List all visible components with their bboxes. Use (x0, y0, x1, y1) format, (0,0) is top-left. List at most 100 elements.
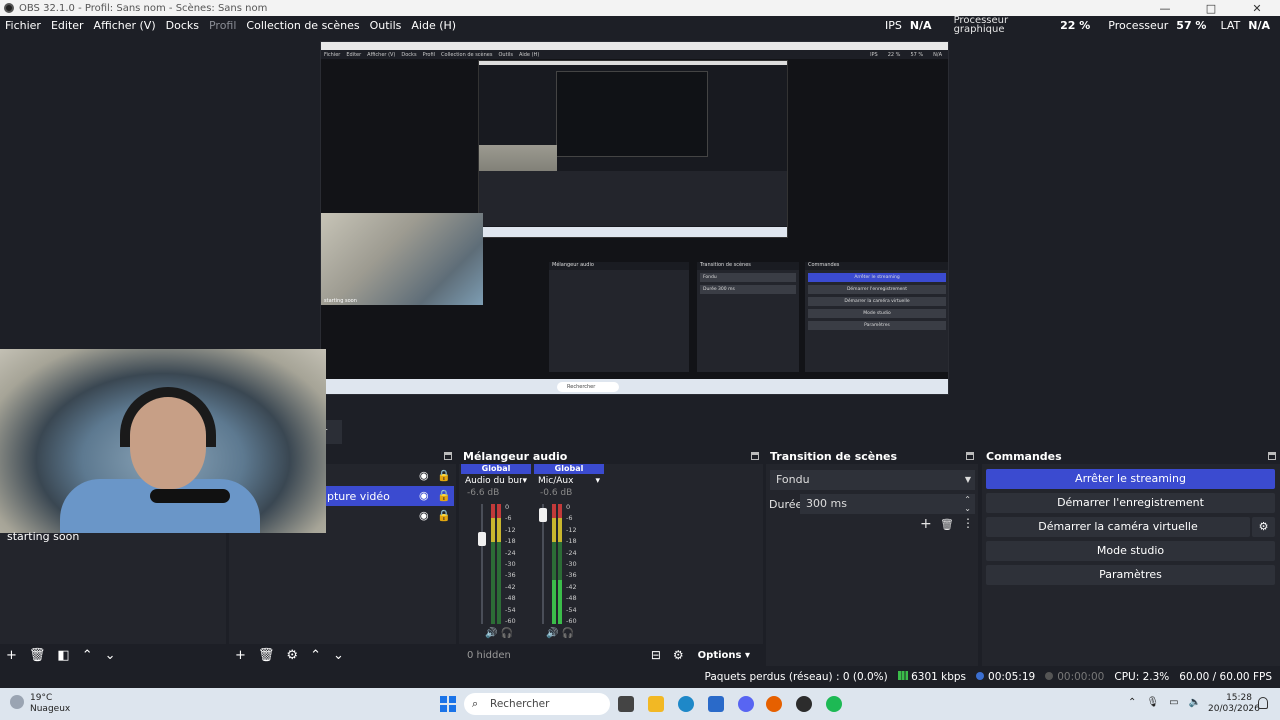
settings-button[interactable]: Paramètres (986, 565, 1275, 585)
file-explorer-icon[interactable] (648, 696, 664, 712)
eye-icon[interactable]: ◉ (419, 469, 431, 482)
sources-popout-icon[interactable] (444, 452, 452, 460)
channel-icons: 🔊 🎧 (485, 628, 513, 639)
headphones-icon[interactable]: 🎧 (562, 628, 574, 639)
close-button[interactable]: ✕ (1234, 2, 1280, 15)
edge-icon[interactable] (678, 696, 694, 712)
menu-help[interactable]: Aide (H) (406, 19, 461, 32)
mixer-toolbar: 0 hidden ⊟ ⚙ Options ▾ (459, 644, 763, 666)
program-preview[interactable]: Fichier Editer Afficher (V) Docks Profil… (320, 41, 949, 395)
task-view-icon[interactable] (618, 696, 634, 712)
network-icon[interactable]: ▭ (1169, 697, 1178, 708)
preview-gpu-value: 22 % (887, 51, 901, 58)
scene-down-icon[interactable]: ⌄ (105, 648, 116, 663)
start-recording-button[interactable]: Démarrer l'enregistrement (986, 493, 1275, 513)
scene-up-icon[interactable]: ⌃ (82, 648, 93, 663)
lock-icon[interactable]: 🔒 (437, 489, 451, 502)
volume-slider-knob[interactable] (539, 508, 547, 522)
eye-icon[interactable]: ◉ (419, 489, 431, 502)
nested-preview (478, 60, 788, 238)
add-transition-icon[interactable]: + (920, 516, 932, 532)
source-down-icon[interactable]: ⌄ (333, 648, 344, 663)
add-source-icon[interactable]: + (235, 648, 246, 663)
taskbar-search[interactable]: ⌕ Rechercher (464, 693, 610, 715)
speaker-icon[interactable]: 🔊 (485, 628, 497, 639)
volume-slider[interactable] (478, 504, 486, 624)
preview-menubar: Fichier Editer Afficher (V) Docks Profil… (321, 50, 948, 59)
meter-yellow (491, 518, 495, 542)
mixer-layout-icon[interactable]: ⊟ (651, 648, 661, 662)
remove-scene-icon[interactable]: 🗑 (29, 648, 46, 663)
channel-global-tag: Global (461, 464, 531, 474)
preview-menu-profile: Profil (422, 51, 436, 58)
remove-transition-icon[interactable]: 🗑 (940, 518, 954, 531)
obs-taskbar-icon[interactable] (796, 696, 812, 712)
controls-popout-icon[interactable] (1268, 452, 1276, 460)
volume-slider[interactable] (539, 504, 547, 624)
menu-file[interactable]: Fichier (0, 19, 46, 32)
transition-menu-icon[interactable]: ⋮ (962, 516, 974, 530)
source-properties-icon[interactable]: ⚙ (286, 648, 298, 663)
notification-bell-icon[interactable] (1258, 697, 1268, 709)
microphone-tray-icon[interactable]: 🎙 (1146, 697, 1159, 708)
preview-camera: starting soon (321, 213, 483, 305)
channel-name: Mic/Aux (538, 476, 574, 486)
gpu-label-line2: graphique (953, 24, 1005, 35)
mixer-popout-icon[interactable] (751, 452, 759, 460)
chevron-up-icon[interactable]: ⌃ (1128, 697, 1136, 708)
minimize-button[interactable]: — (1142, 2, 1188, 15)
transition-popout-icon[interactable] (966, 452, 974, 460)
tick: -54 (505, 605, 516, 614)
preview-lat-value: N/A (933, 51, 942, 58)
add-scene-icon[interactable]: + (6, 648, 17, 663)
bitrate-value: 6301 kbps (911, 671, 967, 683)
discord-icon[interactable] (738, 696, 754, 712)
lock-icon[interactable]: 🔒 (437, 509, 451, 522)
controls-dock: Commandes Arrêter le streaming Démarrer … (982, 448, 1280, 666)
mixer-dock: Mélangeur audio Global Audio du bureau▾ … (459, 448, 763, 666)
tick: -42 (505, 582, 516, 591)
tick: -60 (566, 617, 577, 626)
firefox-icon[interactable] (766, 696, 782, 712)
channel-name-select[interactable]: Mic/Aux ▾ (534, 474, 604, 488)
weather-widget[interactable]: 19°C Nuageux (10, 693, 70, 715)
maximize-button[interactable]: □ (1188, 2, 1234, 15)
studio-mode-button[interactable]: Mode studio (986, 541, 1275, 561)
clock[interactable]: 15:28 20/03/2026 (1208, 693, 1260, 715)
remove-source-icon[interactable]: 🗑 (258, 648, 275, 663)
virtualcam-settings-icon[interactable]: ⚙ (1252, 517, 1275, 537)
windows-start-icon[interactable] (440, 696, 456, 712)
scenes-toolbar: + 🗑 ◧ ⌃ ⌄ (0, 644, 226, 666)
preview-duration-label: Durée (703, 287, 717, 292)
meter-green (558, 542, 562, 580)
start-virtualcam-button[interactable]: Démarrer la caméra virtuelle (986, 517, 1250, 537)
menu-view[interactable]: Afficher (V) (89, 19, 161, 32)
meter-red (558, 504, 562, 518)
lock-icon[interactable]: 🔒 (437, 469, 451, 482)
volume-icon[interactable]: 🔈 (1189, 697, 1201, 708)
menu-edit[interactable]: Editer (46, 19, 89, 32)
store-icon[interactable] (708, 696, 724, 712)
channel-name-select[interactable]: Audio du bureau▾ (461, 474, 531, 488)
menu-scene-collection[interactable]: Collection de scènes (241, 19, 364, 32)
meter-green (491, 542, 495, 624)
speaker-icon[interactable]: 🔊 (546, 628, 558, 639)
menu-tools[interactable]: Outils (365, 19, 407, 32)
spotify-icon[interactable] (826, 696, 842, 712)
menu-docks[interactable]: Docks (161, 19, 204, 32)
mixer-advanced-icon[interactable]: ⚙ (673, 648, 684, 662)
eye-icon[interactable]: ◉ (419, 509, 431, 522)
transition-select[interactable]: Fondu ▼ (770, 470, 975, 490)
menu-profile[interactable]: Profil (204, 19, 241, 32)
headphones-icon[interactable]: 🎧 (501, 628, 513, 639)
preview-controls-dock: Commandes Arrêter le streaming Démarrer … (805, 262, 948, 372)
meter-yellow (497, 518, 501, 542)
volume-slider-knob[interactable] (478, 532, 486, 546)
duration-spinbox[interactable]: 300 ms ⌃ ⌄ (800, 494, 975, 514)
stop-streaming-button[interactable]: Arrêter le streaming (986, 469, 1275, 489)
channel-db: -0.6 dB (540, 488, 573, 498)
source-up-icon[interactable]: ⌃ (310, 648, 321, 663)
mixer-options-button[interactable]: Options ▾ (698, 650, 750, 661)
scene-filter-icon[interactable]: ◧ (57, 648, 69, 663)
transition-dock-header: Transition de scènes (766, 448, 978, 464)
